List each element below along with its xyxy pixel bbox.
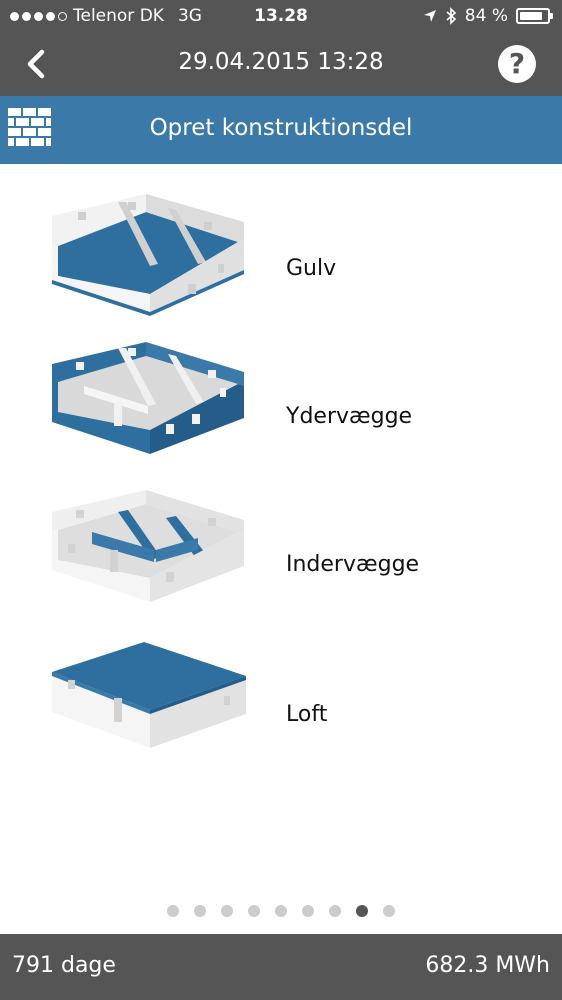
- status-left: Telenor DK 3G: [10, 6, 202, 26]
- days-count: 791 dage: [12, 953, 116, 978]
- option-ceiling[interactable]: Loft: [0, 638, 562, 786]
- battery-icon: [516, 8, 553, 24]
- inner-walls-house-illustration: [52, 490, 244, 602]
- page-title: 29.04.2015 13:28: [178, 49, 384, 75]
- page-dot[interactable]: [248, 905, 260, 917]
- option-floor-label: Gulv: [286, 256, 337, 281]
- option-outer-walls-label: Ydervægge: [286, 404, 413, 429]
- help-button[interactable]: ?: [498, 45, 536, 83]
- page-dot[interactable]: [383, 905, 395, 917]
- page-dot[interactable]: [194, 905, 206, 917]
- nav-bar: 29.04.2015 13:28 ?: [0, 32, 562, 96]
- section-title: Opret konstruktionsdel: [149, 115, 413, 141]
- location-arrow-icon: [423, 10, 436, 22]
- status-right: 84 %: [423, 6, 553, 26]
- bluetooth-icon: [446, 7, 456, 25]
- page-dot[interactable]: [221, 905, 233, 917]
- chevron-left-icon: [27, 49, 45, 79]
- section-header: Opret konstruktionsdel: [0, 96, 562, 164]
- option-inner-walls[interactable]: Indervægge: [0, 490, 562, 638]
- page-dot[interactable]: [275, 905, 287, 917]
- signal-strength-icon: [10, 11, 67, 21]
- outer-walls-house-illustration: [52, 342, 244, 454]
- energy-total: 682.3 MWh: [425, 953, 550, 978]
- carrier-name: Telenor DK: [73, 6, 164, 26]
- option-floor[interactable]: Gulv: [0, 194, 562, 342]
- option-ceiling-label: Loft: [286, 702, 328, 727]
- option-inner-walls-label: Indervægge: [286, 552, 420, 577]
- ceiling-house-illustration: [52, 642, 246, 748]
- page-dot[interactable]: [167, 905, 179, 917]
- option-outer-walls[interactable]: Ydervægge: [0, 342, 562, 490]
- page-dot[interactable]: [356, 905, 368, 917]
- page-dot[interactable]: [302, 905, 314, 917]
- status-bar: Telenor DK 3G 13.28 84 %: [0, 0, 562, 32]
- back-button[interactable]: [16, 42, 60, 86]
- battery-percent: 84 %: [464, 6, 508, 26]
- page-dot[interactable]: [329, 905, 341, 917]
- page-indicator: [0, 905, 562, 917]
- floor-house-illustration: [52, 194, 244, 316]
- network-type: 3G: [177, 6, 202, 26]
- footer-bar: 791 dage 682.3 MWh: [0, 934, 562, 1000]
